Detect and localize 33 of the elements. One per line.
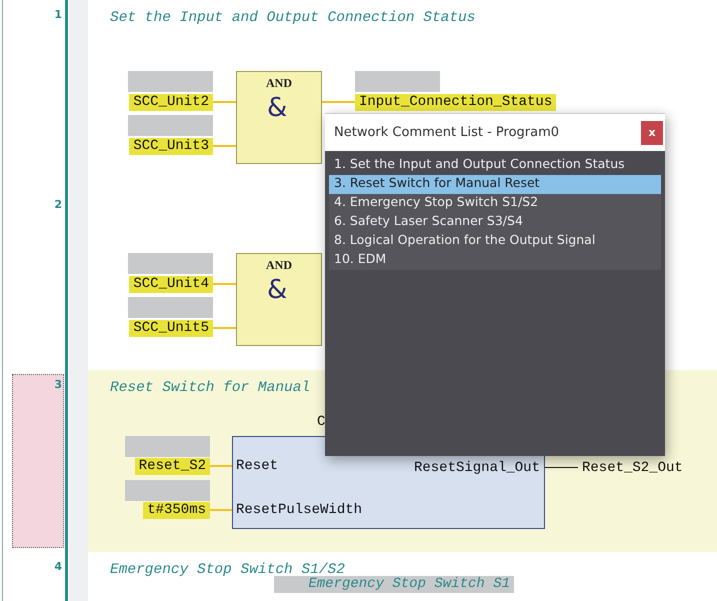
network-comment: Emergency Stop Switch S1/S2: [110, 562, 345, 578]
comment-list-item[interactable]: 10. EDM: [329, 251, 661, 270]
network-number: 1: [53, 8, 62, 21]
network-number: 4: [53, 560, 62, 573]
network-comment: Set the Input and Output Connection Status: [110, 10, 476, 26]
dialog-title: Network Comment List - Program0: [334, 125, 560, 140]
input-variable[interactable]: t#350ms: [143, 502, 210, 519]
comment-list-item[interactable]: 4. Emergency Stop Switch S1/S2: [329, 194, 661, 213]
and-block[interactable]: [236, 71, 322, 164]
block-symbol: &: [267, 277, 288, 303]
input-variable[interactable]: SCC_Unit4: [129, 276, 213, 293]
comment-list-item[interactable]: 6. Safety Laser Scanner S3/S4: [329, 213, 661, 232]
comment-list-item[interactable]: 3. Reset Switch for Manual Reset: [329, 175, 661, 194]
input-variable[interactable]: Reset_S2: [134, 458, 210, 475]
block-title: AND: [265, 258, 293, 273]
input-variable[interactable]: SCC_Unit2: [129, 94, 213, 111]
block-title: C: [317, 414, 326, 430]
block-title: AND: [265, 76, 293, 91]
output-variable[interactable]: Reset_S2_Out: [582, 460, 683, 477]
input-variable[interactable]: SCC_Unit5: [129, 320, 213, 337]
network-comment: Reset Switch for Manual: [110, 380, 310, 396]
port-label: ResetSignal_Out: [414, 460, 540, 477]
network-number: 3: [53, 378, 62, 391]
comment-list-item[interactable]: 8. Logical Operation for the Output Signal: [329, 232, 661, 251]
contact-comment: Emergency Stop Switch S1: [274, 576, 514, 593]
output-variable[interactable]: Input_Connection_Status: [355, 94, 556, 111]
and-block[interactable]: [236, 253, 322, 346]
block-symbol: &: [267, 95, 288, 121]
port-label: ResetPulseWidth: [236, 502, 362, 519]
input-variable[interactable]: SCC_Unit3: [129, 138, 213, 155]
network-number: 2: [53, 198, 62, 211]
port-label: Reset: [236, 458, 278, 475]
close-button[interactable]: x: [641, 120, 663, 144]
